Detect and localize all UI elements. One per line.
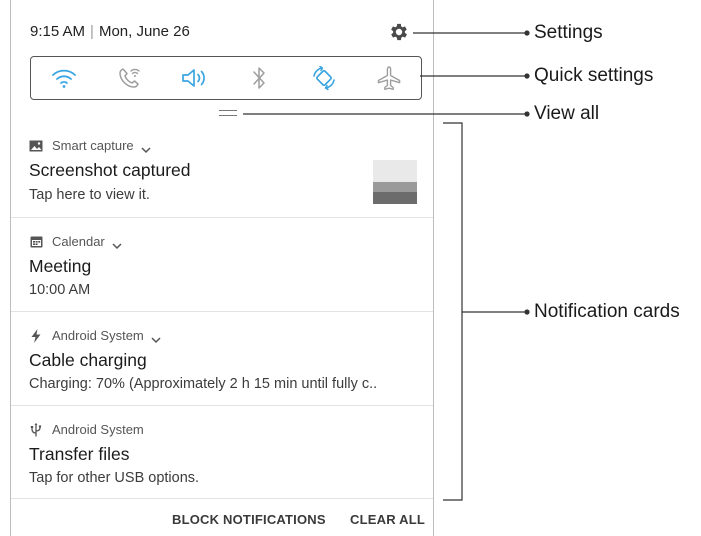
- notification-card-charging[interactable]: Android System Cable charging Charging: …: [11, 312, 433, 406]
- card-text: Tap for other USB options.: [29, 470, 200, 486]
- card-text: 10:00 AM: [29, 282, 91, 298]
- card-header: Calendar: [29, 234, 122, 249]
- wifi-calling-icon[interactable]: [114, 63, 144, 93]
- callout-notification-cards: Notification cards: [534, 301, 680, 322]
- airplane-mode-icon[interactable]: [374, 63, 404, 93]
- card-app-name: Calendar: [52, 234, 105, 249]
- screenshot-thumbnail[interactable]: [373, 160, 417, 204]
- card-header: Smart capture: [29, 138, 151, 153]
- card-header: Android System: [29, 328, 161, 343]
- chevron-down-icon[interactable]: [141, 142, 151, 153]
- gear-icon[interactable]: [388, 21, 410, 43]
- status-time: 9:15 AM: [30, 23, 86, 40]
- view-all-handle[interactable]: [219, 110, 237, 116]
- card-title: Transfer files: [29, 444, 130, 464]
- notification-card-calendar[interactable]: Calendar Meeting 10:00 AM: [11, 218, 433, 312]
- chevron-down-icon[interactable]: [151, 332, 161, 343]
- status-separator: |: [90, 23, 94, 40]
- chevron-down-icon[interactable]: [112, 238, 122, 249]
- card-app-name: Android System: [52, 422, 144, 437]
- lightning-icon: [29, 328, 43, 343]
- card-header: Android System: [29, 422, 144, 437]
- card-title: Meeting: [29, 256, 92, 276]
- status-date: Mon, June 26: [98, 23, 190, 40]
- card-title: Screenshot captured: [29, 160, 191, 180]
- notification-card-smart-capture[interactable]: Smart capture Screenshot captured Tap he…: [11, 122, 433, 218]
- notification-card-usb[interactable]: Android System Transfer files Tap for ot…: [11, 406, 433, 498]
- wifi-icon[interactable]: [49, 63, 79, 93]
- status-datetime: 9:15 AM | Mon, June 26: [30, 23, 190, 40]
- card-text: Charging: 70% (Approximately 2 h 15 min …: [29, 376, 378, 392]
- status-bar: 9:15 AM | Mon, June 26: [30, 20, 420, 46]
- callout-view-all: View all: [534, 103, 600, 124]
- notification-panel: 9:15 AM | Mon, June 26 Smart capture Scr…: [10, 0, 434, 536]
- calendar-icon: [29, 235, 43, 249]
- clear-all-button[interactable]: CLEAR ALL: [350, 512, 425, 527]
- quick-settings-bar: [30, 56, 422, 100]
- notification-actions-bar: BLOCK NOTIFICATIONS CLEAR ALL: [11, 498, 433, 536]
- auto-rotate-icon[interactable]: [309, 63, 339, 93]
- sound-icon[interactable]: [179, 63, 209, 93]
- callout-quick-settings: Quick settings: [534, 65, 654, 86]
- card-app-name: Smart capture: [52, 138, 134, 153]
- bluetooth-icon[interactable]: [244, 63, 274, 93]
- notification-list: Smart capture Screenshot captured Tap he…: [11, 122, 433, 498]
- card-text: Tap here to view it.: [29, 187, 150, 203]
- usb-icon: [29, 422, 43, 437]
- block-notifications-button[interactable]: BLOCK NOTIFICATIONS: [172, 512, 326, 527]
- card-app-name: Android System: [52, 328, 144, 343]
- callout-settings: Settings: [534, 22, 603, 43]
- card-title: Cable charging: [29, 350, 147, 370]
- image-icon: [29, 139, 43, 153]
